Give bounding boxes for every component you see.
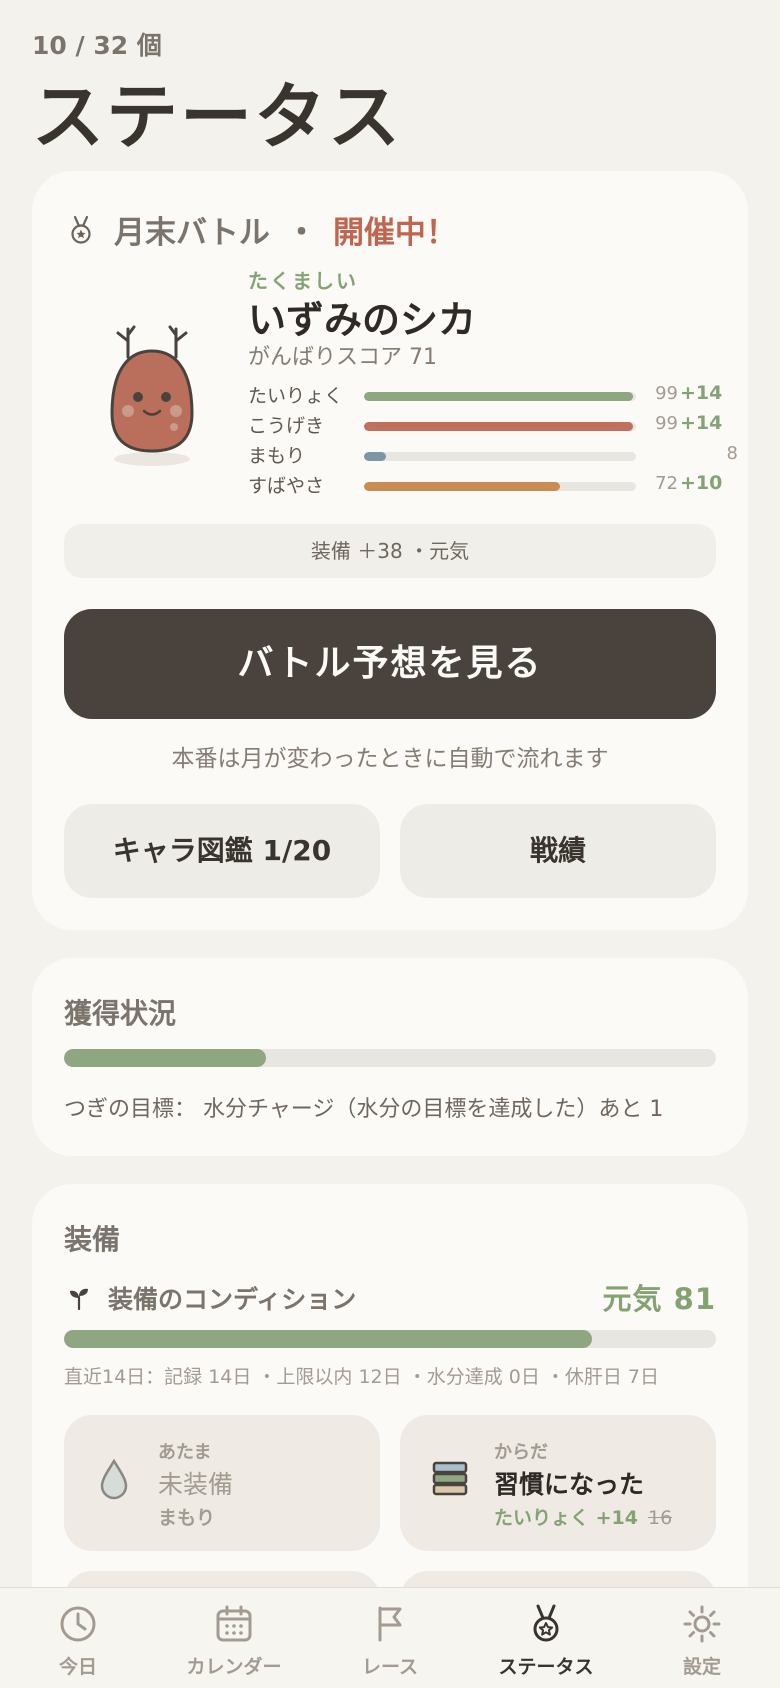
- tab-label: カレンダー: [186, 1656, 282, 1678]
- condition-row: 装備のコンディション 元気 81: [64, 1278, 716, 1318]
- item-count: 10 / 32 個: [32, 31, 162, 60]
- character-score: がんばりスコア 71: [248, 345, 437, 370]
- stack-icon: [432, 1461, 468, 1496]
- slot-bonus: たいりょく +14: [494, 1507, 638, 1529]
- medal-icon: [71, 215, 91, 244]
- character-collection-button[interactable]: キャラ図鑑 1/20: [64, 804, 380, 898]
- equipment-title: 装備: [64, 1223, 121, 1256]
- stat-row-defense: まもり 8: [248, 441, 738, 469]
- water-drop-icon: [100, 1458, 128, 1500]
- flag-icon: [378, 1606, 402, 1642]
- stat-bar-fill: [364, 452, 386, 461]
- slot-previous-value: 16: [647, 1507, 673, 1529]
- stat-value: 99: [655, 413, 678, 434]
- stat-bonus: +14: [680, 382, 723, 404]
- sprout-icon: [70, 1288, 88, 1310]
- acquisition-progress-bar: [64, 1049, 716, 1067]
- slot-title: からだ: [494, 1442, 548, 1463]
- tab-today[interactable]: 今日: [0, 1588, 156, 1688]
- battle-status: 開催中！: [332, 215, 457, 251]
- stat-value: 72: [655, 473, 678, 494]
- slot-sub: まもり: [158, 1507, 216, 1529]
- stat-row-speed: すばやさ 72 +10: [248, 471, 722, 499]
- stat-bar: [364, 392, 636, 401]
- condition-value: 元気 81: [602, 1282, 716, 1316]
- battle-prediction-button[interactable]: バトル予想を見る: [64, 609, 716, 719]
- tab-settings[interactable]: 設定: [624, 1588, 780, 1688]
- slot-main: 習慣になった: [494, 1470, 645, 1499]
- stat-bonus: +10: [680, 472, 723, 494]
- tab-bar: 今日 カレンダー レース ステータス 設定: [0, 1587, 780, 1688]
- tab-status[interactable]: ステータス: [468, 1588, 624, 1688]
- acquisition-title: 獲得状況: [64, 997, 177, 1030]
- character-deer-image: [110, 325, 194, 466]
- stat-label: たいりょく: [248, 385, 344, 407]
- battle-header: 月末バトル ・ 開催中！: [68, 207, 457, 252]
- stat-label: こうげき: [248, 415, 325, 437]
- stat-bonus: +14: [680, 412, 723, 434]
- stat-bar: [364, 452, 636, 461]
- tab-label: 今日: [58, 1656, 97, 1678]
- stat-bar-fill: [364, 422, 634, 431]
- tab-race[interactable]: レース: [312, 1588, 468, 1688]
- status-screen: 10 / 32 個 ステータス 月末バトル ・ 開催中！ たくましい いずみのシ…: [0, 0, 780, 1688]
- stat-label: すばやさ: [248, 475, 325, 497]
- tab-calendar[interactable]: カレンダー: [156, 1588, 312, 1688]
- equipment-slot-body[interactable]: からだ 習慣になった たいりょく +14 16: [400, 1415, 716, 1551]
- battle-note: 本番は月が変わったときに自動で流れます: [171, 746, 609, 772]
- stat-bar: [364, 422, 636, 431]
- acquisition-card: 獲得状況 つぎの目標： 水分チャージ（水分の目標を達成した）あと 1: [32, 958, 748, 1156]
- character-name: いずみのシカ: [248, 298, 477, 342]
- battle-card: 月末バトル ・ 開催中！ たくましい いずみのシカ がんばりスコア 71 たいり…: [32, 171, 748, 930]
- tab-label: 設定: [682, 1656, 721, 1678]
- clock-icon: [60, 1606, 96, 1642]
- slot-title: あたま: [158, 1442, 212, 1463]
- condition-label: 装備のコンディション: [108, 1285, 357, 1314]
- medal-icon: [533, 1604, 559, 1642]
- stat-bar-fill: [364, 482, 560, 491]
- acquisition-progress-fill: [64, 1049, 267, 1067]
- stat-row-attack: こうげき 99 +14: [248, 411, 722, 439]
- tab-label: レース: [361, 1656, 419, 1678]
- condition-bar: [64, 1330, 716, 1348]
- equipment-slot-head[interactable]: あたま 未装備 まもり: [64, 1415, 380, 1551]
- stat-bar-fill: [364, 392, 634, 401]
- tab-label: ステータス: [498, 1656, 594, 1678]
- stat-label: まもり: [248, 445, 306, 467]
- calendar-icon: [216, 1605, 252, 1642]
- battle-label: 月末バトル: [114, 215, 270, 251]
- battle-separator: ・: [285, 215, 317, 251]
- gear-icon: [683, 1605, 721, 1643]
- condition-bar-fill: [64, 1330, 593, 1348]
- stat-value: 99: [655, 383, 678, 404]
- slot-main: 未装備: [158, 1470, 234, 1499]
- slot-sub: たいりょく +14 16: [494, 1503, 672, 1530]
- battle-record-button[interactable]: 戦績: [400, 804, 716, 898]
- stat-row-stamina: たいりょく 99 +14: [248, 381, 722, 409]
- equipment-summary: 装備 ＋38 ・元気: [64, 524, 716, 578]
- page-title: ステータス: [32, 75, 403, 159]
- condition-stats: 直近14日：記録 14日 ・上限以内 12日 ・水分達成 0日 ・休肝日 7日: [64, 1366, 659, 1388]
- stat-bar: [364, 482, 636, 491]
- stat-value: 8: [726, 443, 738, 464]
- next-goal-text: つぎの目標： 水分チャージ（水分の目標を達成した）あと 1: [64, 1097, 664, 1122]
